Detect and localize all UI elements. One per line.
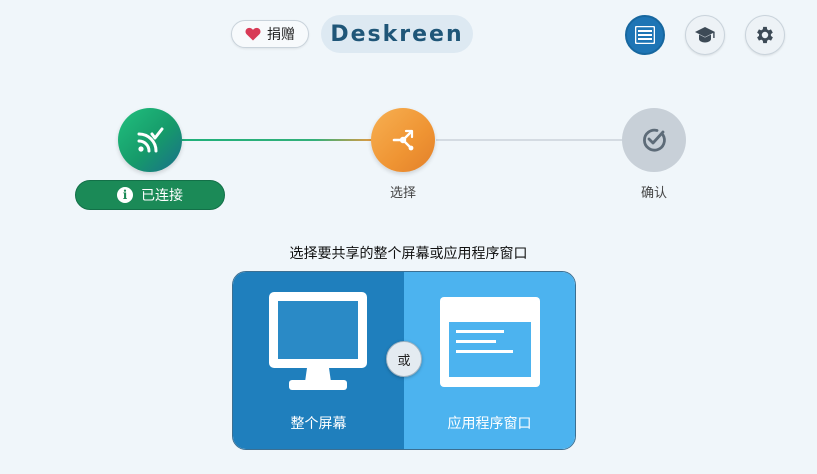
step-label-connected: 已连接 bbox=[141, 188, 183, 204]
entire-screen-option[interactable]: 整个屏幕 bbox=[233, 272, 404, 449]
entire-screen-label: 整个屏幕 bbox=[290, 416, 347, 432]
step-select bbox=[371, 108, 435, 172]
settings-button[interactable] bbox=[745, 15, 785, 55]
cast-connected-icon bbox=[137, 127, 164, 153]
share-prompt: 选择要共享的整个屏幕或应用程序窗口 bbox=[289, 246, 528, 262]
step-connected bbox=[118, 108, 182, 172]
step-confirm bbox=[622, 108, 686, 172]
step-connector-2 bbox=[436, 139, 626, 141]
monitor-icon bbox=[269, 292, 367, 390]
donate-button[interactable]: 捐赠 bbox=[231, 20, 309, 48]
step-label-confirm: 确认 bbox=[640, 186, 667, 201]
heart-icon bbox=[245, 27, 261, 41]
share-icon bbox=[392, 129, 414, 151]
donate-label: 捐赠 bbox=[267, 27, 295, 43]
connected-status-badge[interactable]: i 已连接 bbox=[75, 180, 225, 210]
or-divider: 或 bbox=[386, 341, 422, 377]
graduation-cap-icon bbox=[695, 27, 715, 43]
step-connector-1 bbox=[182, 139, 372, 141]
check-circle-icon bbox=[643, 128, 666, 152]
learn-button[interactable] bbox=[685, 15, 725, 55]
app-window-label: 应用程序窗口 bbox=[447, 416, 532, 432]
menu-icon bbox=[635, 26, 655, 44]
app-logo: Deskreen bbox=[321, 15, 473, 53]
info-icon: i bbox=[117, 187, 133, 203]
app-window-icon bbox=[440, 297, 540, 387]
gear-icon bbox=[757, 26, 773, 44]
app-window-option[interactable]: 应用程序窗口 bbox=[404, 272, 575, 449]
menu-button[interactable] bbox=[625, 15, 665, 55]
step-label-select: 选择 bbox=[389, 186, 416, 201]
